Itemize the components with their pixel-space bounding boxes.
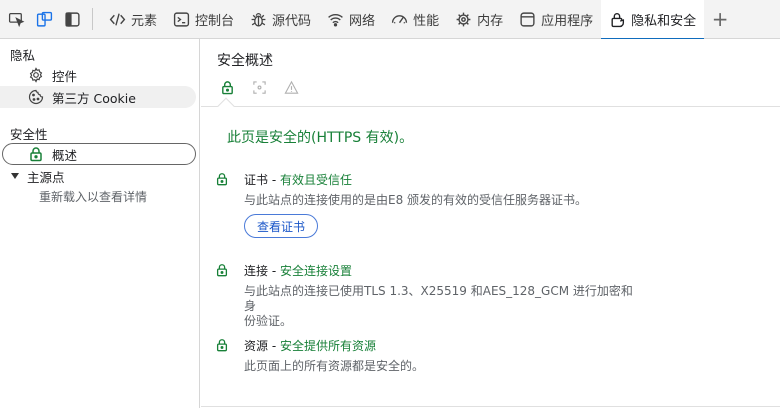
- tab-performance-label: 性能: [413, 13, 440, 29]
- title-separator: -: [268, 173, 280, 187]
- tab-application-label: 应用程序: [541, 13, 594, 29]
- connection-title: 连接 - 安全连接设置: [244, 262, 352, 279]
- tab-console[interactable]: 控制台: [165, 0, 242, 39]
- main-origin-toggle[interactable]: 主源点: [0, 166, 65, 186]
- bug-icon: [251, 12, 266, 27]
- app-icon: [520, 11, 535, 27]
- page-title: 安全概述: [217, 53, 273, 69]
- tab-sources[interactable]: 源代码: [242, 0, 319, 39]
- certificate-section: 证书 - 有效且受信任 与此站点的连接使用的是由E8 颁发的有效的受信任服务器证…: [215, 171, 655, 246]
- connection-label: 连接: [244, 264, 269, 278]
- connection-description: 与此站点的连接已使用TLS 1.3、X25519 和AES_128_GCM 进行…: [244, 284, 644, 329]
- lock-icon: [216, 173, 228, 186]
- tab-memory-label: 内存: [477, 13, 504, 29]
- sidebar: 隐私 控件 第三方 Cookie 安全性 概述 主源点 重新载入以查看详情: [0, 39, 200, 408]
- selected-icon-notch: [217, 97, 235, 115]
- caret-down-icon: [11, 173, 19, 179]
- security-overview-panel: 安全概述 此页是安全的(HTTPS 有效)。 证书 - 有效且受信任 与此站点的…: [201, 39, 780, 408]
- memory-icon: [456, 12, 471, 26]
- security-summary: 此页是安全的(HTTPS 有效)。: [227, 130, 414, 146]
- lock-icon: [216, 339, 228, 352]
- resources-description: 此页面上的所有资源都是安全的。: [244, 359, 425, 373]
- sidebar-item-overview[interactable]: 概述: [2, 143, 196, 165]
- connection-description-line2: 份验证。: [244, 314, 293, 328]
- warning-triangle-icon: [283, 79, 299, 95]
- tab-performance[interactable]: 性能: [383, 0, 447, 39]
- sidebar-heading-security: 安全性: [10, 127, 48, 142]
- gauge-icon: [391, 14, 408, 23]
- sidebar-item-controls[interactable]: 控件: [0, 64, 196, 86]
- security-state-icons: [219, 79, 315, 95]
- secure-lock-icon: [219, 79, 235, 95]
- tab-network[interactable]: 网络: [319, 0, 383, 39]
- tab-console-label: 控制台: [195, 13, 235, 29]
- info-frame-icon: [251, 79, 267, 95]
- sidebar-item-third-party-cookie-label: 第三方 Cookie: [52, 90, 136, 106]
- lock-shield-icon: [611, 12, 625, 27]
- resources-status: 安全提供所有资源: [279, 339, 376, 353]
- tab-privacy-security-label: 隐私和安全: [631, 13, 697, 29]
- resources-label: 资源: [244, 339, 269, 353]
- sidebar-item-overview-label: 概述: [52, 147, 78, 163]
- sidebar-item-third-party-cookie[interactable]: 第三方 Cookie: [0, 86, 196, 108]
- gear-icon: [29, 67, 43, 83]
- devtools-toolbar: 元素 控制台 源代码 网络 性能 内存 应用程序 隐私和安全 +: [0, 0, 780, 40]
- connection-description-line1: 与此站点的连接已使用TLS 1.3、X25519 和AES_128_GCM 进行…: [244, 284, 633, 313]
- certificate-description: 与此站点的连接使用的是由E8 颁发的有效的受信任服务器证书。: [244, 193, 588, 207]
- certificate-status: 有效且受信任: [279, 173, 352, 187]
- panel-bottom-divider: [201, 406, 780, 407]
- resources-section: 资源 - 安全提供所有资源 此页面上的所有资源都是安全的。: [215, 337, 655, 377]
- cookie-icon: [28, 89, 44, 105]
- tab-elements-label: 元素: [131, 13, 158, 29]
- tab-network-label: 网络: [349, 13, 376, 29]
- tab-sources-label: 源代码: [272, 13, 312, 29]
- connection-status: 安全连接设置: [279, 264, 352, 278]
- tab-privacy-security[interactable]: 隐私和安全: [601, 0, 705, 40]
- lock-icon: [30, 147, 42, 162]
- tab-application[interactable]: 应用程序: [511, 0, 601, 39]
- certificate-title: 证书 - 有效且受信任: [244, 171, 352, 188]
- lock-icon: [216, 264, 228, 277]
- code-icon: [109, 12, 126, 26]
- view-certificate-button[interactable]: 查看证书: [244, 214, 319, 238]
- title-separator: -: [268, 339, 280, 353]
- toolbar-separator: [92, 8, 93, 30]
- certificate-label: 证书: [244, 173, 269, 187]
- header-divider: [201, 106, 780, 107]
- connection-section: 连接 - 安全连接设置 与此站点的连接已使用TLS 1.3、X25519 和AE…: [215, 262, 655, 328]
- device-emulation-icon[interactable]: [32, 7, 56, 31]
- inspect-element-icon[interactable]: [4, 7, 28, 31]
- resources-title: 资源 - 安全提供所有资源: [244, 337, 376, 354]
- more-tabs-plus-icon[interactable]: +: [708, 7, 732, 31]
- dock-side-icon[interactable]: [60, 7, 84, 31]
- title-separator: -: [268, 264, 280, 278]
- tab-elements[interactable]: 元素: [101, 0, 165, 39]
- sidebar-item-controls-label: 控件: [52, 68, 78, 84]
- wifi-icon: [328, 13, 343, 26]
- tab-memory[interactable]: 内存: [447, 0, 511, 39]
- sidebar-heading-privacy: 隐私: [10, 48, 36, 63]
- console-icon: [173, 11, 190, 27]
- reload-hint: 重新载入以查看详情: [39, 190, 148, 204]
- main-origin-label: 主源点: [27, 169, 65, 185]
